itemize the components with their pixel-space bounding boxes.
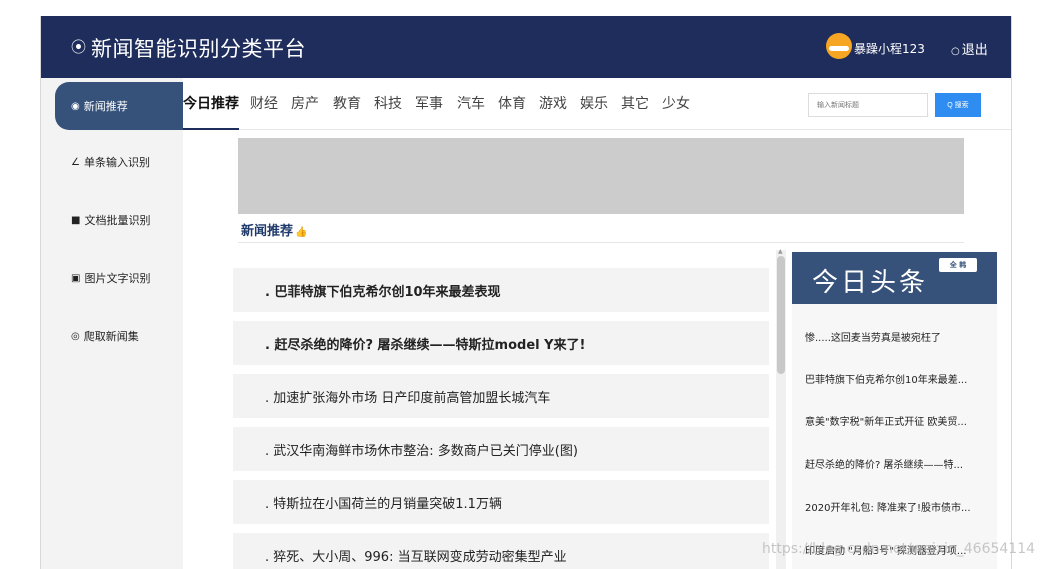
tab-games[interactable]: 游戏 (539, 78, 567, 130)
news-list-item[interactable]: . 武汉华南海鲜市场休市整治: 多数商户已关门停业(图) (233, 427, 769, 471)
logout-label: 退出 (961, 43, 988, 58)
tab-technology[interactable]: 科技 (374, 78, 402, 130)
headlines-panel: 今日头条 全 韩 惨.....这回麦当劳真是被宛枉了 巴菲特旗下伯克希尔创10年… (792, 252, 997, 569)
news-list-scrollbar[interactable]: ▲ (776, 248, 786, 569)
watermark-text: https://blog.csdn.net/weixin_46654114 (762, 541, 1036, 557)
recommend-label: 新闻推荐 (241, 224, 294, 239)
tab-auto[interactable]: 汽车 (457, 78, 485, 130)
document-icon: ■ (71, 214, 81, 226)
recommend-section-title: 新闻推荐 👍 (241, 220, 307, 239)
tab-finance[interactable]: 财经 (250, 78, 278, 130)
news-list-item[interactable]: . 特斯拉在小国荷兰的月销量突破1.1万辆 (233, 480, 769, 524)
tab-sports[interactable]: 体育 (498, 78, 526, 130)
headline-item[interactable]: 意美"数字税"新年正式开征 欧美贸... (805, 413, 995, 428)
divider (238, 242, 964, 243)
logout-button[interactable]: ○ 退出 (951, 39, 988, 58)
tab-real-estate[interactable]: 房产 (291, 78, 319, 130)
app-frame: ⦿ 新闻智能识别分类平台 暴躁小程123 ○ 退出 ◉ 新闻推荐 ∠ 单条输入识别… (40, 16, 1012, 569)
search-button[interactable]: Q 搜索 (935, 93, 981, 117)
headline-item[interactable]: 惨.....这回麦当劳真是被宛枉了 (805, 329, 995, 344)
category-tabs: 今日推荐 财经 房产 教育 科技 军事 汽车 体育 游戏 娱乐 其它 少女 Q … (183, 78, 1011, 130)
scroll-up-arrow-icon[interactable]: ▲ (778, 248, 783, 255)
sidebar-item-single-input[interactable]: ∠ 单条输入识别 (55, 138, 183, 186)
user-avatar[interactable] (826, 33, 852, 59)
sidebar-item-label: 图片文字识别 (84, 272, 151, 285)
sidebar: ◉ 新闻推荐 ∠ 单条输入识别 ■ 文档批量识别 ▣ 图片文字识别 ◎ 爬取新闻… (41, 78, 183, 569)
tab-military[interactable]: 军事 (415, 78, 443, 130)
tab-girls[interactable]: 少女 (662, 78, 690, 130)
headlines-badge: 全 韩 (939, 258, 977, 272)
thumbs-up-icon: 👍 (295, 227, 308, 238)
headline-item[interactable]: 2020开年礼包: 降准来了!股市债市... (805, 499, 995, 514)
sidebar-item-label: 新闻推荐 (83, 100, 128, 113)
tab-today-recommend[interactable]: 今日推荐 (183, 78, 239, 130)
sidebar-item-label: 爬取新闻集 (83, 330, 139, 343)
sidebar-item-label: 文档批量识别 (84, 214, 151, 227)
news-list-item[interactable]: . 巴菲特旗下伯克希尔创10年来最差表现 (233, 268, 769, 312)
banner-image (238, 138, 964, 214)
app-title: 新闻智能识别分类平台 (91, 37, 306, 61)
logo-icon: ⦿ (71, 38, 87, 56)
news-list-item[interactable]: . 赶尽杀绝的降价? 屠杀继续——特斯拉model Y来了! (233, 321, 769, 365)
top-header: ⦿ 新闻智能识别分类平台 暴躁小程123 ○ 退出 (41, 16, 1011, 78)
power-icon: ○ (951, 46, 960, 57)
news-list-item[interactable]: . 猝死、大小周、996: 当互联网变成劳动密集型产业 (233, 533, 769, 569)
main-content: 今日推荐 财经 房产 教育 科技 军事 汽车 体育 游戏 娱乐 其它 少女 Q … (183, 78, 1011, 569)
tab-other[interactable]: 其它 (621, 78, 649, 130)
username[interactable]: 暴躁小程123 (854, 40, 925, 57)
headlines-header: 今日头条 全 韩 (792, 252, 997, 304)
sidebar-item-image-text[interactable]: ▣ 图片文字识别 (55, 254, 183, 302)
tab-education[interactable]: 教育 (333, 78, 361, 130)
sidebar-item-batch-document[interactable]: ■ 文档批量识别 (55, 196, 183, 244)
scrollbar-thumb[interactable] (777, 256, 785, 374)
headlines-title: 今日头条 (812, 268, 929, 298)
tab-entertainment[interactable]: 娱乐 (580, 78, 608, 130)
image-icon: ▣ (71, 272, 81, 284)
headline-item[interactable]: 巴菲特旗下伯克希尔创10年来最差... (805, 371, 995, 386)
recommend-icon: ◉ (71, 100, 80, 112)
search-input[interactable] (808, 93, 928, 117)
news-list-item[interactable]: . 加速扩张海外市场 日产印度前高管加盟长城汽车 (233, 374, 769, 418)
sidebar-item-label: 单条输入识别 (83, 156, 150, 169)
crawl-icon: ◎ (71, 330, 80, 342)
sidebar-item-news-recommend[interactable]: ◉ 新闻推荐 (55, 82, 183, 130)
sidebar-item-crawl-news[interactable]: ◎ 爬取新闻集 (55, 312, 183, 360)
pen-icon: ∠ (71, 156, 80, 168)
headline-item[interactable]: 赶尽杀绝的降价? 屠杀继续——特... (805, 456, 995, 471)
